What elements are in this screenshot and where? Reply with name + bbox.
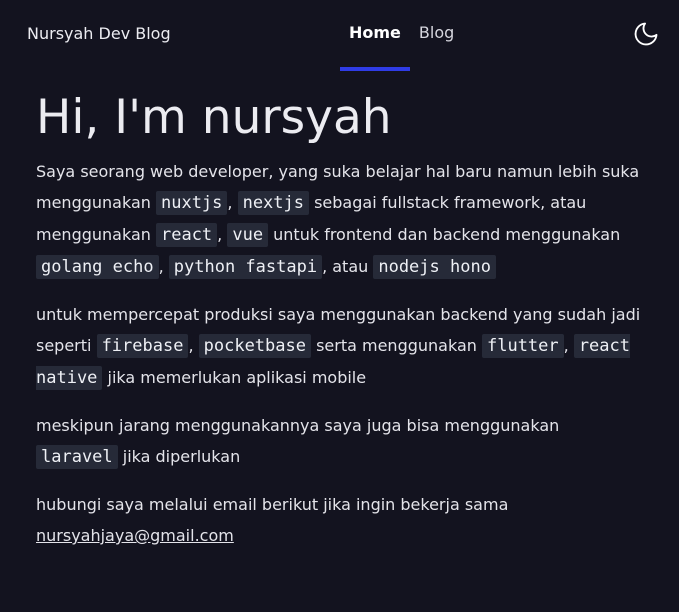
text: jika memerlukan aplikasi mobile bbox=[102, 368, 367, 387]
page-heading: Hi, I'm nursyah bbox=[36, 90, 392, 145]
text: , bbox=[563, 336, 574, 355]
text: , bbox=[217, 225, 228, 244]
main-nav: Home Blog bbox=[340, 0, 463, 72]
text: hubungi saya melalui email berikut jika … bbox=[36, 495, 509, 514]
code-laravel: laravel bbox=[36, 445, 118, 469]
text: , bbox=[227, 193, 238, 212]
text: , bbox=[158, 257, 169, 276]
contact-paragraph: hubungi saya melalui email berikut jika … bbox=[36, 489, 644, 551]
nav-home-link[interactable]: Home bbox=[340, 0, 410, 72]
code-pocketbase: pocketbase bbox=[198, 334, 311, 358]
text: serta menggunakan bbox=[310, 336, 482, 355]
code-firebase: firebase bbox=[96, 334, 189, 358]
text: , bbox=[188, 336, 199, 355]
text: meskipun jarang menggunakannya saya juga… bbox=[36, 416, 560, 435]
code-nextjs: nextjs bbox=[237, 191, 309, 215]
code-golang-echo: golang echo bbox=[36, 255, 159, 279]
code-flutter: flutter bbox=[481, 334, 564, 358]
nav-blog-link[interactable]: Blog bbox=[410, 0, 463, 72]
theme-toggle-button[interactable] bbox=[632, 20, 660, 48]
text: jika diperlukan bbox=[117, 447, 241, 466]
main-content: Hi, I'm nursyah Saya seorang web develop… bbox=[36, 86, 644, 567]
laravel-paragraph: meskipun jarang menggunakannya saya juga… bbox=[36, 410, 644, 473]
intro-paragraph: Saya seorang web developer, yang suka be… bbox=[36, 156, 644, 283]
code-nuxtjs: nuxtjs bbox=[155, 191, 228, 215]
site-brand-link[interactable]: Nursyah Dev Blog bbox=[27, 24, 171, 43]
email-link[interactable]: nursyahjaya@gmail.com bbox=[36, 526, 234, 545]
code-vue: vue bbox=[227, 223, 269, 247]
text: , atau bbox=[322, 257, 374, 276]
text: untuk frontend dan backend menggunakan bbox=[268, 225, 621, 244]
code-react: react bbox=[155, 223, 218, 247]
moon-icon bbox=[634, 22, 658, 46]
code-nodejs-hono: nodejs hono bbox=[373, 255, 496, 279]
backend-paragraph: untuk mempercepat produksi saya mengguna… bbox=[36, 299, 644, 394]
code-python-fastapi: python fastapi bbox=[168, 255, 323, 279]
